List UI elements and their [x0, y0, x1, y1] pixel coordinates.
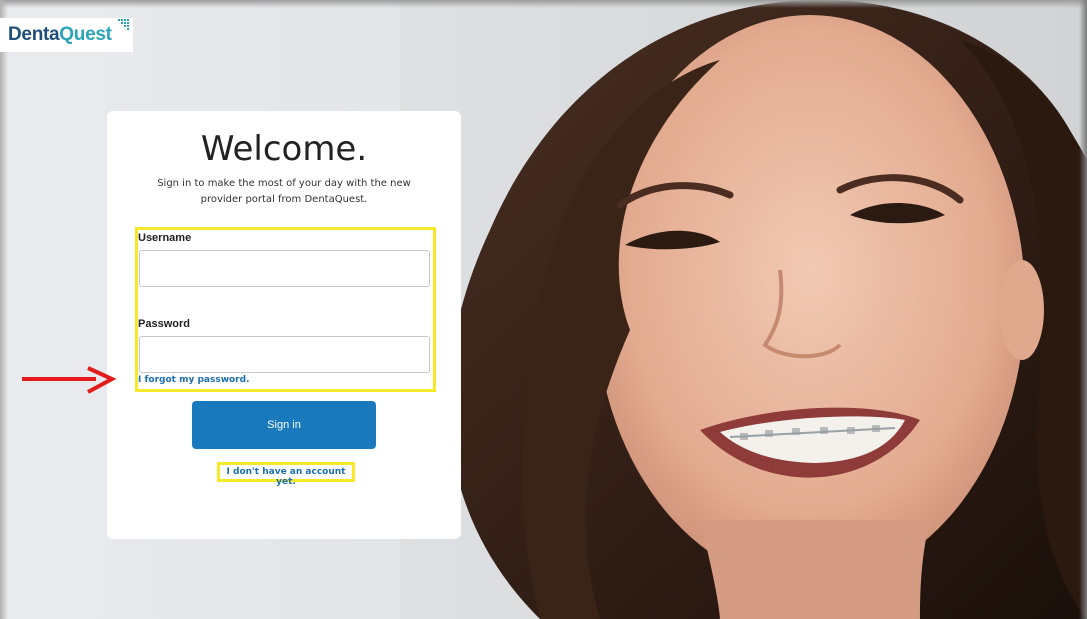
no-account-highlight: I don't have an account yet.: [217, 462, 355, 487]
password-label: Password: [138, 318, 190, 330]
no-account-link[interactable]: I don't have an account yet.: [220, 467, 352, 487]
logo-part-quest: Quest: [59, 24, 112, 45]
hero-photo: [400, 0, 1087, 619]
top-shadow: [0, 0, 1087, 8]
username-field[interactable]: [139, 250, 430, 287]
logo-text: DentaQuest: [8, 24, 112, 46]
left-shadow: [0, 0, 8, 619]
logo-part-denta: Denta: [8, 24, 60, 45]
login-card: Welcome. Sign in to make the most of you…: [107, 111, 461, 539]
username-label: Username: [138, 232, 192, 244]
password-field[interactable]: [139, 336, 430, 373]
login-subtitle: Sign in to make the most of your day wit…: [157, 178, 411, 205]
sign-in-button[interactable]: Sign in: [192, 401, 376, 449]
login-page: DentaQuest Welcome. Sign in to make the …: [0, 0, 1087, 619]
right-shadow: [1079, 0, 1087, 619]
forgot-password-link[interactable]: I forgot my password.: [138, 375, 250, 385]
grid-dots-icon: [118, 19, 129, 30]
dentaquest-logo[interactable]: DentaQuest: [0, 18, 133, 52]
right-arrow-icon: [22, 366, 117, 394]
page-title: Welcome.: [200, 129, 368, 169]
